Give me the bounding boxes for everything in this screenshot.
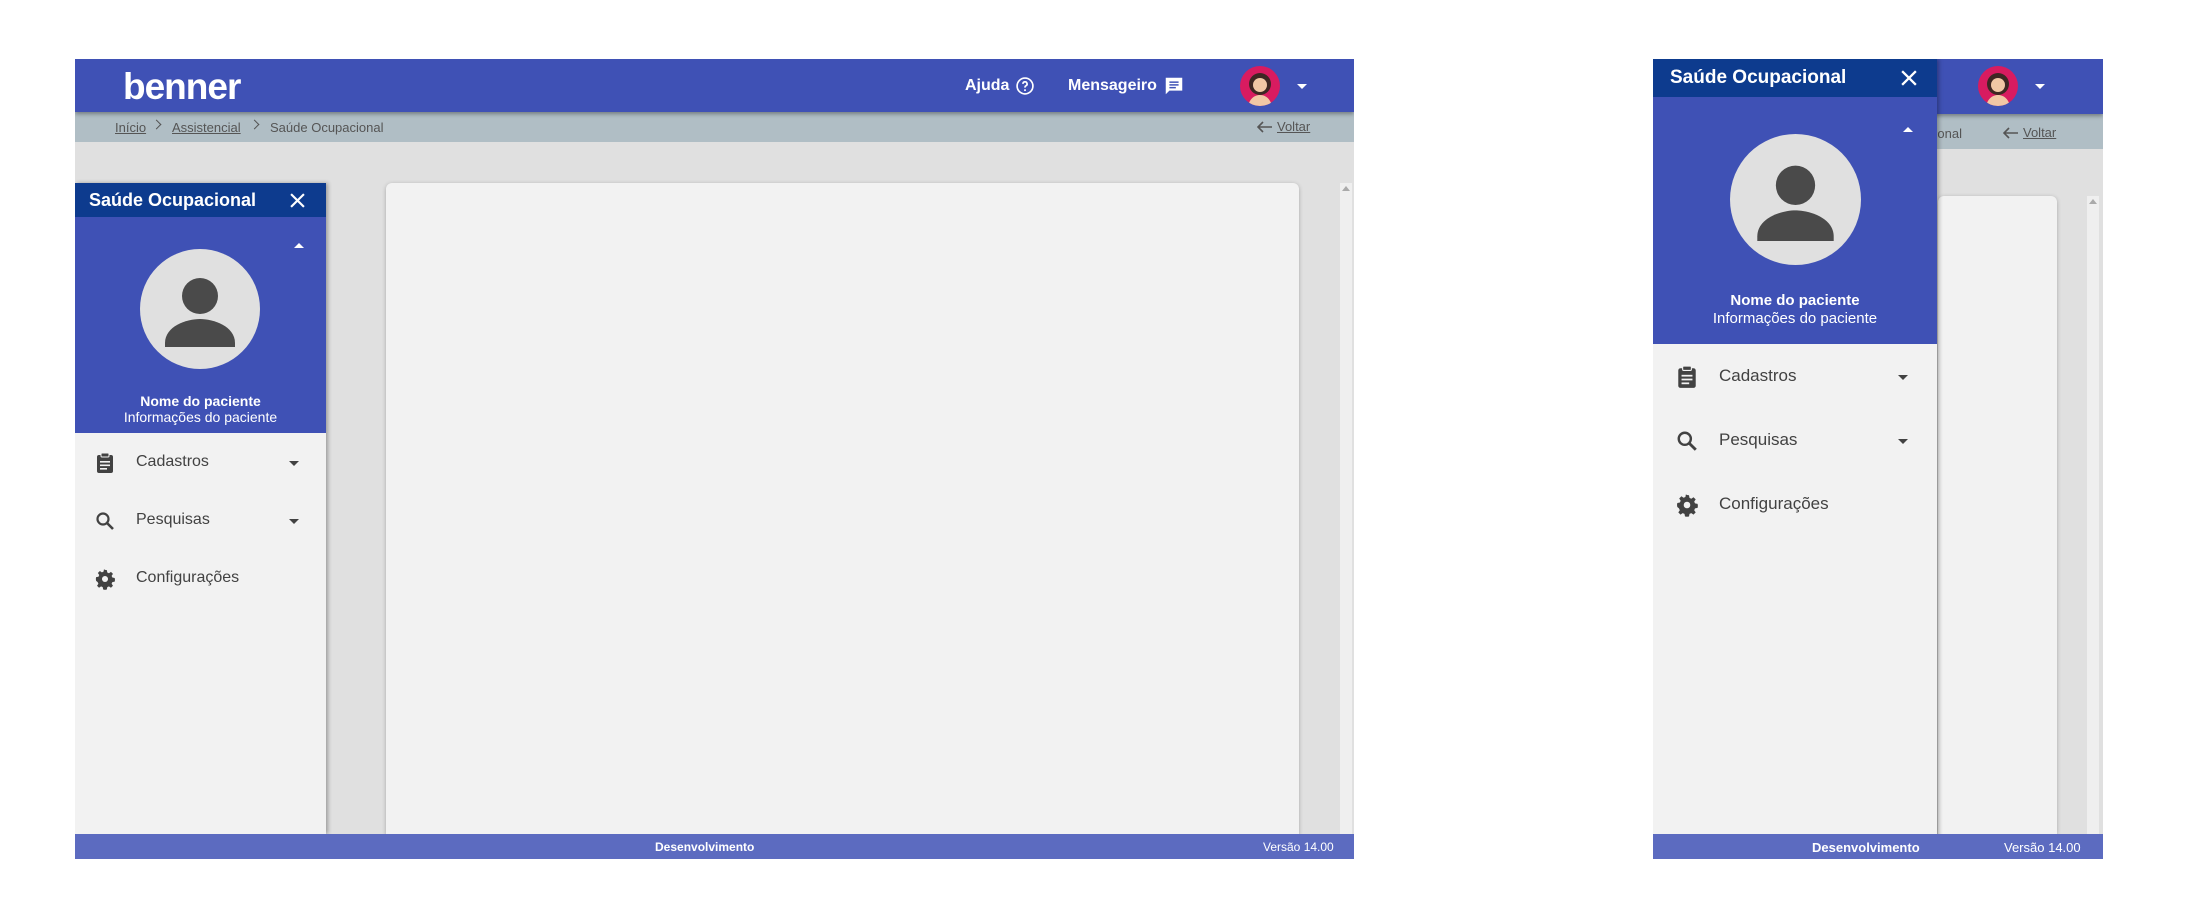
user-photo xyxy=(1240,66,1280,106)
mobile-view: cional Voltar Saúde Ocupacional Nome do … xyxy=(1653,59,2103,859)
close-icon[interactable] xyxy=(290,193,305,208)
chevron-down-icon[interactable] xyxy=(289,519,299,524)
desktop-view: benner Ajuda Mensageiro Início Assistenc… xyxy=(75,59,1354,859)
user-menu-chevron-down-icon[interactable] xyxy=(2035,84,2045,89)
chevron-right-icon xyxy=(151,119,162,130)
scroll-up-icon[interactable] xyxy=(1342,186,1350,191)
collapse-chevron-up-icon[interactable] xyxy=(1903,127,1913,132)
chevron-down-icon[interactable] xyxy=(1898,439,1908,444)
drawer-title: Saúde Ocupacional xyxy=(1670,67,1847,88)
patient-info: Informações do paciente xyxy=(1712,310,1878,327)
menu-label-configuracoes: Configurações xyxy=(136,569,240,586)
help-label: Ajuda xyxy=(965,76,1010,94)
menu-item-configuracoes[interactable]: Configurações xyxy=(1653,473,1937,535)
menu-label-configuracoes: Configurações xyxy=(1719,494,1829,513)
messenger-label: Mensageiro xyxy=(1068,76,1157,94)
help-link[interactable]: Ajuda xyxy=(965,59,1035,112)
patient-profile: Nome do paciente Informações do paciente xyxy=(1653,97,1937,344)
menu-label-cadastros: Cadastros xyxy=(1719,366,1797,385)
menu-item-pesquisas[interactable]: Pesquisas xyxy=(75,492,326,548)
clipboard-icon xyxy=(97,452,113,473)
scrollbar[interactable] xyxy=(2087,196,2099,834)
clipboard-icon xyxy=(1678,365,1696,388)
close-icon[interactable] xyxy=(1901,70,1917,86)
drawer-title: Saúde Ocupacional xyxy=(89,190,257,210)
chat-icon xyxy=(1165,77,1183,94)
person-icon xyxy=(1757,165,1834,241)
menu-item-configuracoes[interactable]: Configurações xyxy=(75,550,326,606)
back-link[interactable]: Voltar xyxy=(1257,119,1310,134)
menu-item-cadastros[interactable]: Cadastros xyxy=(1653,345,1937,407)
collapse-chevron-up-icon[interactable] xyxy=(294,243,304,248)
top-app-bar: benner Ajuda Mensageiro xyxy=(75,59,1354,112)
gear-icon xyxy=(1677,494,1698,517)
content-panel xyxy=(1938,196,2057,834)
arrow-left-icon xyxy=(2003,126,2018,139)
breadcrumb-current: Saúde Ocupacional xyxy=(270,120,384,135)
status-footer: Desenvolvimento Versão 14.00 xyxy=(1653,834,2103,859)
drawer-header: Saúde Ocupacional xyxy=(75,183,326,217)
patient-name: Nome do paciente xyxy=(1730,292,1860,309)
chevron-down-icon[interactable] xyxy=(289,461,299,466)
patient-name: Nome do paciente xyxy=(140,393,261,409)
status-footer: Desenvolvimento Versão 14.00 xyxy=(75,834,1354,859)
benner-logo[interactable]: benner xyxy=(123,67,241,107)
menu-label-cadastros: Cadastros xyxy=(136,453,209,470)
breadcrumb-assistencial[interactable]: Assistencial xyxy=(172,120,241,135)
environment-label: Desenvolvimento xyxy=(655,840,755,854)
user-menu-chevron-down-icon[interactable] xyxy=(1297,84,1307,89)
gear-icon xyxy=(95,569,115,590)
menu-label-pesquisas: Pesquisas xyxy=(136,511,210,528)
user-avatar[interactable] xyxy=(1978,66,2018,106)
version-label: Versão 14.00 xyxy=(1263,840,1334,854)
search-icon xyxy=(96,512,114,530)
back-label: Voltar xyxy=(2023,125,2057,140)
menu-item-cadastros[interactable]: Cadastros xyxy=(75,434,326,490)
messenger-link[interactable]: Mensageiro xyxy=(1068,59,1185,112)
chevron-right-icon xyxy=(249,119,260,130)
help-circle-icon xyxy=(1016,76,1035,95)
menu-label-pesquisas: Pesquisas xyxy=(1719,430,1798,449)
back-label: Voltar xyxy=(1277,119,1311,134)
scroll-up-icon[interactable] xyxy=(2089,199,2097,204)
chevron-down-icon[interactable] xyxy=(1898,375,1908,380)
scrollbar[interactable] xyxy=(1340,183,1352,835)
breadcrumb-home[interactable]: Início xyxy=(115,120,146,135)
side-drawer: Saúde Ocupacional Nome do paciente Infor… xyxy=(75,183,326,834)
user-photo xyxy=(1978,66,2018,106)
breadcrumb: Início Assistencial Saúde Ocupacional Vo… xyxy=(75,112,1354,142)
person-icon xyxy=(165,278,235,347)
patient-info: Informações do paciente xyxy=(123,409,278,425)
back-link[interactable]: Voltar xyxy=(2003,125,2056,140)
patient-profile: Nome do paciente Informações do paciente xyxy=(75,217,326,433)
user-avatar[interactable] xyxy=(1240,66,1280,106)
content-panel xyxy=(386,183,1299,835)
drawer-header: Saúde Ocupacional xyxy=(1653,59,1937,97)
patient-avatar xyxy=(140,249,260,369)
side-drawer: Saúde Ocupacional Nome do paciente Infor… xyxy=(1653,59,1937,859)
menu-item-pesquisas[interactable]: Pesquisas xyxy=(1653,409,1937,471)
search-icon xyxy=(1677,431,1697,451)
patient-avatar xyxy=(1730,134,1861,265)
environment-label: Desenvolvimento xyxy=(1812,840,1920,855)
arrow-left-icon xyxy=(1257,120,1272,133)
version-label: Versão 14.00 xyxy=(2004,840,2081,855)
